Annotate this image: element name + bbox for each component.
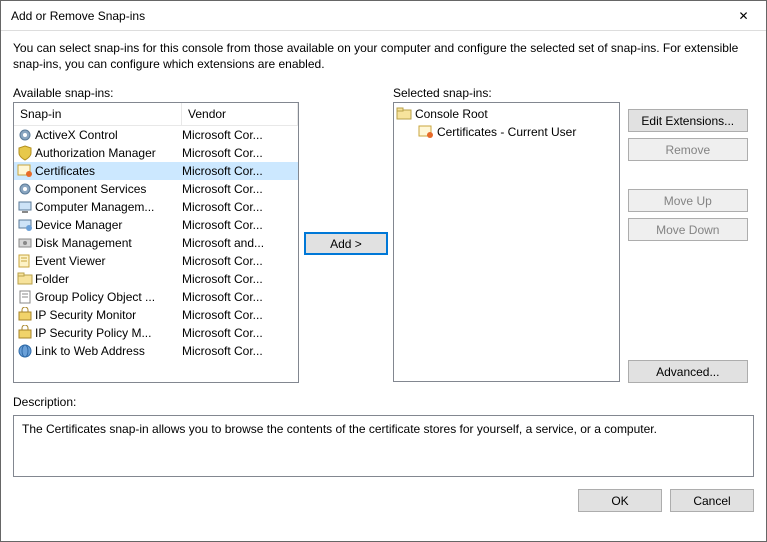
list-item-name: Authorization Manager <box>35 146 182 160</box>
list-item-vendor: Microsoft Cor... <box>182 254 298 268</box>
tree-child[interactable]: Certificates - Current User <box>396 123 617 141</box>
dialog-body: You can select snap-ins for this console… <box>1 31 766 541</box>
certificate-icon <box>418 124 434 140</box>
list-item[interactable]: FolderMicrosoft Cor... <box>14 270 298 288</box>
description-text: The Certificates snap-in allows you to b… <box>22 422 657 436</box>
disk-icon <box>17 235 33 251</box>
remove-button[interactable]: Remove <box>628 138 748 161</box>
list-item-vendor: Microsoft Cor... <box>182 344 298 358</box>
close-icon: ✕ <box>738 9 748 23</box>
list-item-name: IP Security Policy M... <box>35 326 182 340</box>
ipsec-icon <box>17 307 33 323</box>
device-icon <box>17 217 33 233</box>
list-item-vendor: Microsoft Cor... <box>182 326 298 340</box>
available-listview[interactable]: Snap-in Vendor ActiveX ControlMicrosoft … <box>13 102 299 383</box>
list-item-vendor: Microsoft and... <box>182 236 298 250</box>
advanced-button[interactable]: Advanced... <box>628 360 748 383</box>
list-item-name: Group Policy Object ... <box>35 290 182 304</box>
ipsec-icon <box>17 325 33 341</box>
list-item-name: Event Viewer <box>35 254 182 268</box>
computer-icon <box>17 199 33 215</box>
list-item-vendor: Microsoft Cor... <box>182 128 298 142</box>
list-item-name: Computer Managem... <box>35 200 182 214</box>
list-item[interactable]: Device ManagerMicrosoft Cor... <box>14 216 298 234</box>
list-item-vendor: Microsoft Cor... <box>182 272 298 286</box>
list-item-name: Certificates <box>35 164 182 178</box>
list-item-vendor: Microsoft Cor... <box>182 290 298 304</box>
move-up-button[interactable]: Move Up <box>628 189 748 212</box>
window-title: Add or Remove Snap-ins <box>11 9 721 23</box>
edit-extensions-button[interactable]: Edit Extensions... <box>628 109 748 132</box>
gear-icon <box>17 127 33 143</box>
list-item[interactable]: Event ViewerMicrosoft Cor... <box>14 252 298 270</box>
cert-icon <box>17 163 33 179</box>
gear-icon <box>17 181 33 197</box>
tree-root-label: Console Root <box>415 107 488 121</box>
available-label: Available snap-ins: <box>13 86 299 100</box>
folder-icon <box>396 106 412 122</box>
description-box: The Certificates snap-in allows you to b… <box>13 415 754 477</box>
available-column: Available snap-ins: Snap-in Vendor Activ… <box>13 86 299 383</box>
list-item-vendor: Microsoft Cor... <box>182 164 298 178</box>
add-button[interactable]: Add > <box>304 232 388 255</box>
list-item[interactable]: Disk ManagementMicrosoft and... <box>14 234 298 252</box>
selected-column: Selected snap-ins: Console Root Certific… <box>393 86 620 383</box>
footer: OK Cancel <box>13 489 754 512</box>
list-item[interactable]: CertificatesMicrosoft Cor... <box>14 162 298 180</box>
list-item-vendor: Microsoft Cor... <box>182 182 298 196</box>
list-item[interactable]: Group Policy Object ...Microsoft Cor... <box>14 288 298 306</box>
link-icon <box>17 343 33 359</box>
middle-column: Add > <box>307 86 385 383</box>
list-item-name: ActiveX Control <box>35 128 182 142</box>
list-item-name: Folder <box>35 272 182 286</box>
dialog-window: Add or Remove Snap-ins ✕ You can select … <box>0 0 767 542</box>
shield-icon <box>17 145 33 161</box>
list-item-vendor: Microsoft Cor... <box>182 200 298 214</box>
cancel-button[interactable]: Cancel <box>670 489 754 512</box>
list-item[interactable]: Component ServicesMicrosoft Cor... <box>14 180 298 198</box>
list-item-vendor: Microsoft Cor... <box>182 218 298 232</box>
intro-text: You can select snap-ins for this console… <box>13 41 754 72</box>
listview-headers: Snap-in Vendor <box>14 103 298 126</box>
selected-tree[interactable]: Console Root Certificates - Current User <box>393 102 620 382</box>
tree-root[interactable]: Console Root <box>396 105 617 123</box>
list-item-name: IP Security Monitor <box>35 308 182 322</box>
main-area: Available snap-ins: Snap-in Vendor Activ… <box>13 86 754 383</box>
list-item-name: Link to Web Address <box>35 344 182 358</box>
tree-child-label: Certificates - Current User <box>437 125 576 139</box>
folder-icon <box>17 271 33 287</box>
header-vendor[interactable]: Vendor <box>182 103 298 125</box>
description-label: Description: <box>13 395 754 409</box>
list-item[interactable]: Authorization ManagerMicrosoft Cor... <box>14 144 298 162</box>
move-down-button[interactable]: Move Down <box>628 218 748 241</box>
list-item[interactable]: Computer Managem...Microsoft Cor... <box>14 198 298 216</box>
right-column: Edit Extensions... Remove Move Up Move D… <box>628 86 754 383</box>
listview-rows[interactable]: ActiveX ControlMicrosoft Cor...Authoriza… <box>14 126 298 382</box>
list-item[interactable]: ActiveX ControlMicrosoft Cor... <box>14 126 298 144</box>
header-snapin[interactable]: Snap-in <box>14 103 182 125</box>
list-item-vendor: Microsoft Cor... <box>182 146 298 160</box>
list-item-name: Disk Management <box>35 236 182 250</box>
event-icon <box>17 253 33 269</box>
list-item-name: Device Manager <box>35 218 182 232</box>
ok-button[interactable]: OK <box>578 489 662 512</box>
list-item-name: Component Services <box>35 182 182 196</box>
list-item[interactable]: IP Security MonitorMicrosoft Cor... <box>14 306 298 324</box>
title-bar: Add or Remove Snap-ins ✕ <box>1 1 766 31</box>
scroll-icon <box>17 289 33 305</box>
list-item[interactable]: Link to Web AddressMicrosoft Cor... <box>14 342 298 360</box>
list-item[interactable]: IP Security Policy M...Microsoft Cor... <box>14 324 298 342</box>
close-button[interactable]: ✕ <box>721 1 766 30</box>
selected-label: Selected snap-ins: <box>393 86 620 100</box>
list-item-vendor: Microsoft Cor... <box>182 308 298 322</box>
